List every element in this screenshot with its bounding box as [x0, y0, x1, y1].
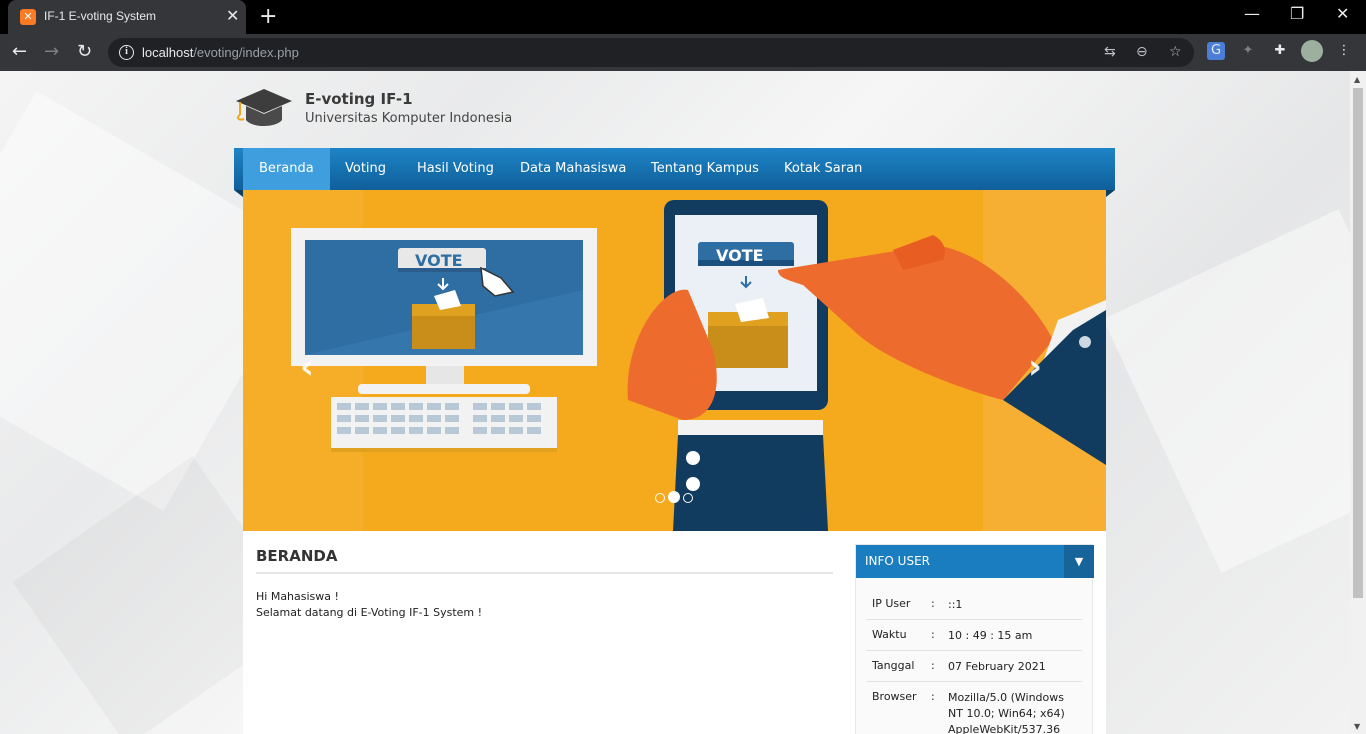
carousel-next-icon[interactable]: ›: [1028, 350, 1042, 384]
xampp-icon: ✕: [20, 9, 36, 25]
title-divider: [256, 572, 833, 574]
browser-tabbar: ✕ IF-1 E-voting System ✕ + — ❐ ✕: [0, 0, 1366, 34]
site-subtitle: Universitas Komputer Indonesia: [305, 111, 513, 126]
url-text[interactable]: localhost/evoting/index.php: [142, 45, 299, 60]
info-row-ip: IP User : ::1: [866, 597, 1082, 620]
puzzle-extensions-icon[interactable]: ✚: [1271, 42, 1289, 60]
info-sep: :: [931, 659, 935, 672]
scroll-up-icon[interactable]: ▲: [1354, 75, 1360, 84]
info-row-browser: Browser : Mozilla/5.0 (Windows NT 10.0; …: [866, 690, 1082, 734]
image-carousel: VOTE VOTE ‹ ›: [243, 190, 1106, 531]
zoom-icon[interactable]: ⊖: [1136, 44, 1148, 60]
info-label: Browser: [872, 690, 917, 703]
tab-title: IF-1 E-voting System: [44, 9, 157, 23]
profile-avatar[interactable]: [1301, 40, 1323, 62]
info-value: ::1: [948, 598, 963, 611]
window-close-icon[interactable]: ✕: [1336, 4, 1349, 23]
scrollbar-thumb[interactable]: [1353, 88, 1363, 598]
translate-icon[interactable]: ⇆: [1104, 44, 1116, 60]
forward-icon[interactable]: →: [44, 42, 59, 62]
browser-toolbar: ← → ↻ i localhost/evoting/index.php ⇆ ⊖ …: [0, 34, 1366, 71]
info-label: Tanggal: [872, 659, 915, 672]
menu-kebab-icon[interactable]: ⋮: [1335, 42, 1353, 60]
keyboard-keys: [337, 403, 541, 434]
info-user-title: INFO USER: [865, 554, 930, 568]
info-sep: :: [931, 690, 935, 703]
graduation-cap-logo: [236, 89, 292, 126]
browser-tab[interactable]: ✕ IF-1 E-voting System ✕: [8, 0, 246, 34]
vote-label-monitor: VOTE: [415, 251, 463, 270]
back-icon[interactable]: ←: [12, 42, 27, 62]
nav-beranda[interactable]: Beranda: [243, 148, 330, 190]
site-title: E-voting IF-1: [305, 90, 413, 108]
nav-kotak-saran[interactable]: Kotak Saran: [768, 148, 878, 190]
info-value: 10 : 49 : 15 am: [948, 629, 1033, 642]
info-row-tanggal: Tanggal : 07 February 2021: [866, 659, 1082, 682]
site-info-icon[interactable]: i: [119, 45, 134, 60]
main-content: BERANDA Hi Mahasiswa ! Selamat datang di…: [243, 531, 1106, 734]
carousel-dot[interactable]: [655, 493, 665, 503]
carousel-indicators: [655, 488, 696, 507]
vote-label-phone: VOTE: [716, 246, 764, 265]
nav-hasil-voting[interactable]: Hasil Voting: [401, 148, 510, 190]
carousel-dot-active[interactable]: [668, 491, 680, 503]
page-scrollbar[interactable]: ▲ ▼: [1350, 71, 1366, 734]
info-row-waktu: Waktu : 10 : 49 : 15 am: [866, 628, 1082, 651]
minimize-icon[interactable]: —: [1244, 4, 1260, 23]
google-translate-icon[interactable]: G: [1207, 42, 1225, 60]
new-tab-icon[interactable]: +: [259, 6, 277, 28]
info-user-header: INFO USER ▼: [856, 545, 1094, 578]
bookmark-star-icon[interactable]: ☆: [1169, 44, 1182, 60]
page-viewport: E-voting IF-1 Universitas Komputer Indon…: [0, 71, 1350, 734]
nav-tentang-kampus[interactable]: Tentang Kampus: [635, 148, 775, 190]
info-sep: :: [931, 597, 935, 610]
navbar-fold-left: [234, 190, 243, 197]
address-bar[interactable]: i localhost/evoting/index.php ⇆ ⊖ ☆: [108, 38, 1194, 67]
extension-icon[interactable]: ✦: [1239, 42, 1257, 60]
nav-data-mahasiswa[interactable]: Data Mahasiswa: [504, 148, 642, 190]
info-sep: :: [931, 628, 935, 641]
info-value: 07 February 2021: [948, 660, 1046, 673]
tab-close-icon[interactable]: ✕: [226, 8, 239, 24]
info-label: IP User: [872, 597, 911, 610]
welcome-text: Hi Mahasiswa ! Selamat datang di E-Votin…: [256, 589, 482, 621]
navbar-fold-right: [1106, 190, 1115, 197]
carousel-prev-icon[interactable]: ‹: [300, 350, 314, 384]
restore-icon[interactable]: ❐: [1290, 4, 1304, 23]
carousel-dot[interactable]: [683, 493, 693, 503]
greeting-line: Hi Mahasiswa !: [256, 590, 339, 603]
nav-voting[interactable]: Voting: [329, 148, 402, 190]
info-value: Mozilla/5.0 (Windows NT 10.0; Win64; x64…: [948, 691, 1065, 734]
background-facet: [1103, 209, 1350, 573]
welcome-line: Selamat datang di E-Voting IF-1 System !: [256, 606, 483, 619]
chevron-down-icon[interactable]: ▼: [1064, 545, 1094, 578]
info-label: Waktu: [872, 628, 907, 641]
scroll-down-icon[interactable]: ▼: [1354, 722, 1360, 731]
page-title: BERANDA: [256, 547, 338, 565]
info-user-panel: INFO USER ▼ IP User : ::1 Waktu : 10 : 4…: [855, 544, 1094, 734]
main-navbar: Beranda Voting Hasil Voting Data Mahasis…: [234, 148, 1115, 197]
reload-icon[interactable]: ↻: [77, 42, 92, 62]
vote-illustration: VOTE VOTE: [243, 190, 1106, 531]
